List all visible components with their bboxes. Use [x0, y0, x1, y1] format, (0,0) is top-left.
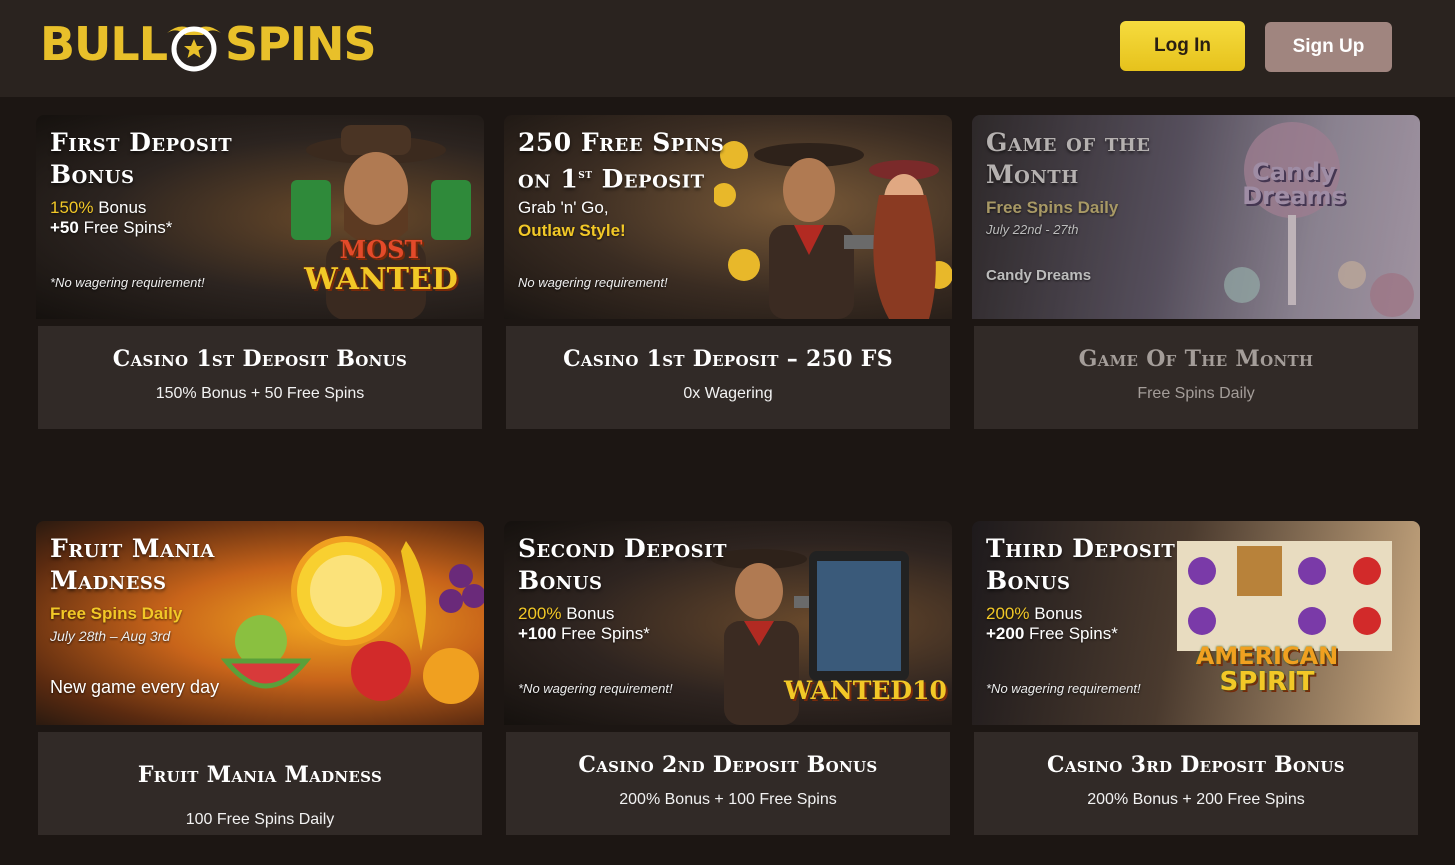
free-spins-daily-line: Free Spins Daily — [50, 604, 183, 623]
candy-dreams-game-logo: Candy Dreams — [1242, 158, 1346, 210]
promo-title: Game Of The Month — [1078, 346, 1314, 372]
logo-text-right: SPINS — [225, 17, 377, 71]
most-wanted-game-logo: MOST WANTED — [304, 235, 458, 297]
promo-title: Casino 1st Deposit Bonus — [112, 346, 408, 372]
wagering-note: *No wagering requirement! — [518, 681, 673, 696]
promo-info-panel[interactable]: Casino 3rd Deposit Bonus 200% Bonus + 20… — [974, 732, 1418, 835]
logo-text-left: BULL — [40, 17, 168, 71]
promo-subtitle: 150% Bonus + 50 Free Spins — [155, 385, 365, 402]
promo-subtitle: 200% Bonus + 200 Free Spins — [1087, 791, 1305, 808]
date-range: July 22nd - 27th — [986, 222, 1079, 237]
banner-title: Game of the Month — [986, 128, 1151, 189]
free-spins-line: +50 Free Spins* — [50, 218, 173, 237]
promo-banner[interactable]: WANTED10 Second Deposit Bonus 200% Bonus… — [504, 521, 952, 725]
free-spins-line: +100 Free Spins* — [518, 624, 650, 643]
banner-title: Third Deposit Bonus — [986, 534, 1176, 595]
bonus-percent-line: 200% Bonus — [518, 604, 615, 623]
bull-horns-logo-icon — [167, 26, 222, 72]
promo-title: Casino 1st Deposit – 250 FS — [563, 346, 893, 372]
bonus-percent-line: 200% Bonus — [986, 604, 1083, 623]
promo-banner[interactable]: AMERICAN SPIRIT Third Deposit Bonus 200%… — [972, 521, 1420, 725]
promo-info-panel[interactable]: Casino 2nd Deposit Bonus 200% Bonus + 10… — [506, 732, 950, 835]
promo-subtitle: 200% Bonus + 100 Free Spins — [619, 791, 837, 808]
banner-title: Second Deposit Bonus — [518, 534, 727, 595]
wagering-note: No wagering requirement! — [518, 275, 668, 290]
promo-banner[interactable]: Candy Dreams Game of the Month Free Spins… — [972, 115, 1420, 319]
bullspins-logo[interactable]: BULL SPINS — [40, 14, 377, 74]
promo-info-panel[interactable]: Game Of The Month Free Spins Daily — [974, 326, 1418, 429]
promo-banner[interactable]: Fruit Mania Madness Free Spins Daily Jul… — [36, 521, 484, 725]
wagering-note: *No wagering requirement! — [986, 681, 1141, 696]
banner-title: 250 Free Spins on 1st Deposit — [518, 128, 725, 194]
promo-info-panel[interactable]: Casino 1st Deposit Bonus 150% Bonus + 50… — [38, 326, 482, 429]
promo-subtitle: 100 Free Spins Daily — [185, 811, 335, 828]
promo-banner[interactable]: MOST WANTED First Deposit Bonus 150% Bon… — [36, 115, 484, 319]
promo-info-panel[interactable]: Casino 1st Deposit – 250 FS 0x Wagering — [506, 326, 950, 429]
game-name-line: Candy Dreams — [986, 267, 1092, 284]
free-spins-line: +200 Free Spins* — [986, 624, 1118, 643]
free-spins-daily-line: Free Spins Daily — [986, 198, 1119, 217]
american-spirit-game-logo: AMERICAN SPIRIT — [1195, 642, 1339, 697]
fruit-illustration-icon — [220, 536, 484, 704]
signup-button[interactable]: Sign Up — [1265, 22, 1392, 72]
tagline-line-1: Grab 'n' Go, — [518, 198, 609, 217]
wagering-note: *No wagering requirement! — [50, 275, 205, 290]
login-button[interactable]: Log In — [1120, 21, 1245, 71]
date-range: July 28th – Aug 3rd — [50, 628, 171, 644]
promo-title: Casino 2nd Deposit Bonus — [578, 752, 878, 778]
wanted10-game-logo: WANTED10 — [784, 676, 947, 705]
slot-reels-illustration-icon — [1177, 541, 1392, 651]
candy-scene-icon — [1224, 122, 1414, 317]
banner-title: First Deposit Bonus — [50, 128, 233, 189]
promo-title: Casino 3rd Deposit Bonus — [1047, 752, 1345, 778]
tagline-line-2: Outlaw Style! — [518, 221, 626, 240]
outlaw-duo-illustration-icon — [714, 141, 952, 319]
bonus-percent-line: 150% Bonus — [50, 198, 147, 217]
promo-banner[interactable]: 250 Free Spins on 1st Deposit Grab 'n' Go… — [504, 115, 952, 319]
new-game-line: New game every day — [50, 677, 220, 697]
promo-subtitle: 0x Wagering — [683, 385, 773, 402]
site-header: BULL SPINS Log In Sign Up — [0, 0, 1455, 97]
promo-info-panel[interactable]: Fruit Mania Madness 100 Free Spins Daily — [38, 732, 482, 835]
promo-subtitle: Free Spins Daily — [1137, 385, 1255, 402]
banner-title: Fruit Mania Madness — [50, 534, 215, 595]
promo-title: Fruit Mania Madness — [137, 762, 383, 788]
